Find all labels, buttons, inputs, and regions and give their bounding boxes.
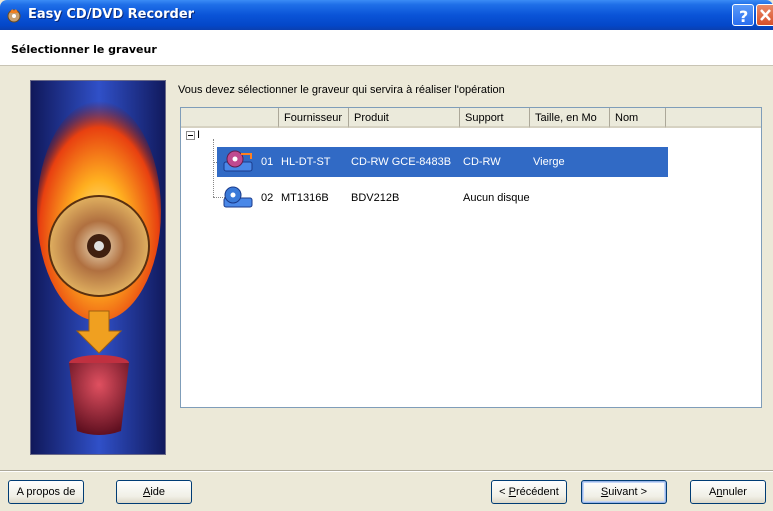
column-header-produit[interactable]: Produit bbox=[349, 108, 460, 128]
previous-label: < Précédent bbox=[499, 486, 559, 498]
row-produit: BDV212B bbox=[351, 192, 400, 204]
row-produit: CD-RW GCE-8483B bbox=[351, 156, 452, 168]
instruction-text: Vous devez sélectionner le graveur qui s… bbox=[178, 84, 505, 96]
help-button[interactable]: ? bbox=[732, 4, 754, 26]
row-support: CD-RW bbox=[463, 156, 501, 168]
burning-disc-illustration bbox=[31, 81, 165, 454]
row-taille: Vierge bbox=[533, 156, 565, 168]
close-button[interactable] bbox=[756, 4, 773, 26]
tree-root-label: I bbox=[197, 129, 201, 141]
cd-writer-icon bbox=[223, 150, 253, 172]
column-header-fournisseur[interactable]: Fournisseur bbox=[279, 108, 349, 128]
page-title: Sélectionner le graveur bbox=[11, 43, 157, 56]
row-support: Aucun disque bbox=[463, 192, 530, 204]
wizard-header: Sélectionner le graveur bbox=[0, 30, 773, 66]
cancel-label: Annuler bbox=[709, 486, 747, 498]
row-fournisseur: MT1316B bbox=[281, 192, 329, 204]
footer-separator bbox=[0, 470, 773, 472]
list-item-recorder-01[interactable]: 01 HL-DT-ST CD-RW GCE-8483B CD-RW Vierge bbox=[217, 147, 668, 177]
row-index: 01 bbox=[261, 156, 274, 168]
flame-disc-icon bbox=[7, 9, 21, 23]
column-header-tree[interactable] bbox=[181, 108, 279, 128]
column-header-extra bbox=[666, 108, 761, 128]
next-label: Suivant > bbox=[600, 486, 648, 498]
collapse-icon[interactable] bbox=[186, 130, 195, 140]
close-icon bbox=[760, 9, 771, 21]
row-index: 02 bbox=[261, 192, 274, 204]
tree-root[interactable]: I bbox=[186, 129, 200, 141]
help-label: Aide bbox=[142, 486, 166, 498]
dvd-drive-icon bbox=[223, 186, 253, 208]
title-bar[interactable]: Easy CD/DVD Recorder ? bbox=[0, 0, 773, 30]
previous-button[interactable]: < Précédent bbox=[491, 480, 567, 504]
list-item-recorder-02[interactable]: 02 MT1316B BDV212B Aucun disque bbox=[217, 183, 668, 213]
next-button[interactable]: Suivant > bbox=[581, 480, 667, 504]
help-wizard-button[interactable]: Aide bbox=[116, 480, 192, 504]
recorder-list[interactable]: Fournisseur Produit Support Taille, en M… bbox=[180, 107, 762, 408]
row-fournisseur: HL-DT-ST bbox=[281, 156, 331, 168]
about-label: A propos de bbox=[16, 486, 76, 498]
column-header-nom[interactable]: Nom bbox=[610, 108, 666, 128]
svg-text:?: ? bbox=[739, 7, 748, 26]
about-button[interactable]: A propos de bbox=[8, 480, 84, 504]
question-icon: ? bbox=[739, 7, 748, 26]
wizard-side-image bbox=[30, 80, 166, 455]
column-header-support[interactable]: Support bbox=[460, 108, 530, 128]
tree-connector bbox=[213, 139, 214, 197]
cancel-button[interactable]: Annuler bbox=[690, 480, 766, 504]
window-title: Easy CD/DVD Recorder bbox=[28, 7, 195, 22]
column-header-taille[interactable]: Taille, en Mo bbox=[530, 108, 610, 128]
